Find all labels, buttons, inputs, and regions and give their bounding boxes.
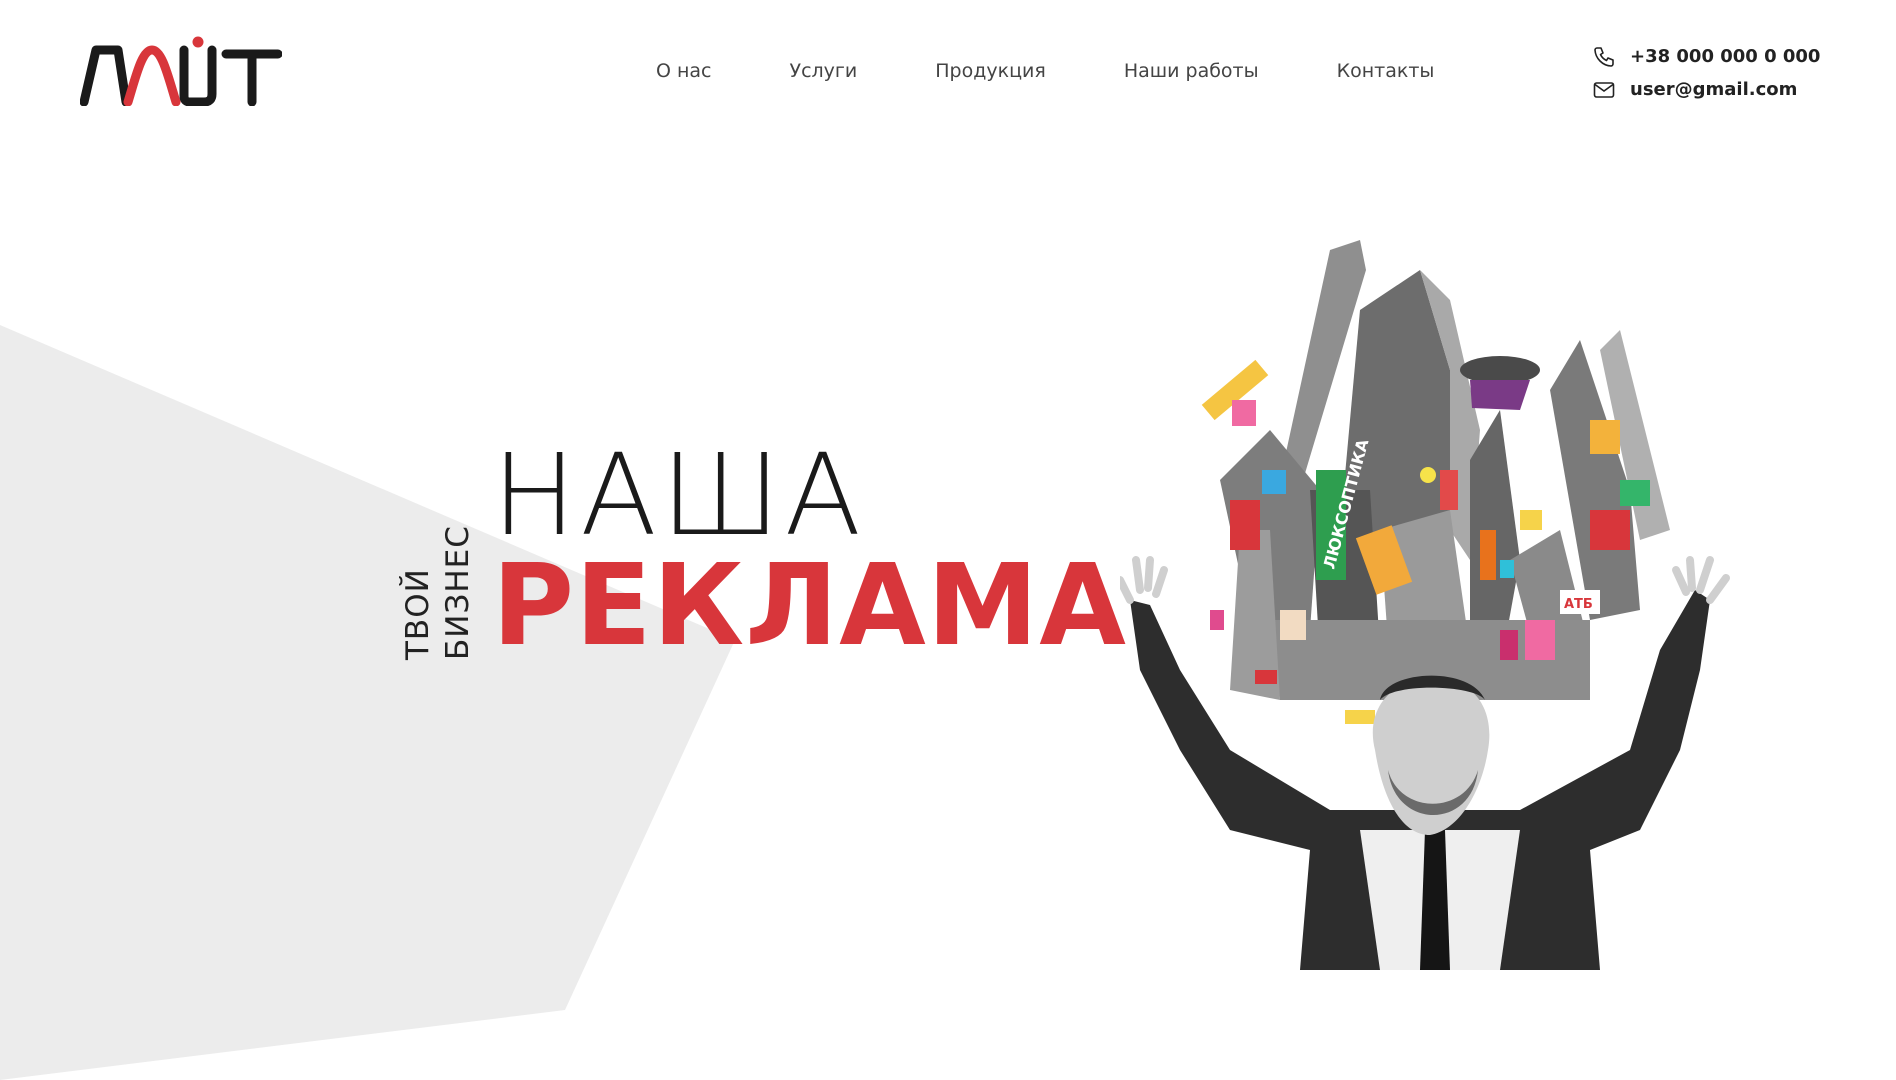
phone-contact[interactable]: +38 000 000 0 000 xyxy=(1592,40,1820,73)
phone-icon xyxy=(1592,45,1616,69)
hero-collage-image: ЛЮКСОПТИКА АТБ xyxy=(1116,219,1760,970)
nav-link-products[interactable]: Продукция xyxy=(935,56,1046,86)
businessman-city-collage-image: ЛЮКСОПТИКА АТБ xyxy=(1116,219,1732,970)
nav-link-portfolio[interactable]: Наши работы xyxy=(1124,56,1259,86)
headline-line-1: НАША xyxy=(492,431,866,561)
headline-line-2: РЕКЛАМА xyxy=(492,541,1127,671)
billboard-text-2: АТБ xyxy=(1564,597,1593,612)
site-header: О нас Услуги Продукция Наши работы Конта… xyxy=(0,0,1896,140)
logo-mark-icon xyxy=(80,36,282,106)
tagline-line-1: ТВОЙ xyxy=(400,568,436,660)
email-contact[interactable]: user@gmail.com xyxy=(1592,73,1820,106)
tagline-line-2: БИЗНЕС xyxy=(440,525,476,660)
header-contacts: +38 000 000 0 000 user@gmail.com xyxy=(1592,40,1820,106)
nav-link-services[interactable]: Услуги xyxy=(790,56,858,86)
logo[interactable] xyxy=(80,36,282,106)
hero-vertical-tagline: ТВОЙ БИЗНЕС xyxy=(400,510,480,660)
nav-link-contacts[interactable]: Контакты xyxy=(1337,56,1435,86)
phone-number[interactable]: +38 000 000 0 000 xyxy=(1630,46,1820,67)
email-address[interactable]: user@gmail.com xyxy=(1630,79,1797,100)
nav-link-about[interactable]: О нас xyxy=(656,56,712,86)
mail-icon xyxy=(1592,78,1616,102)
main-navigation: О нас Услуги Продукция Наши работы Конта… xyxy=(656,56,1434,86)
hero-headline-block: ТВОЙ БИЗНЕС НАША РЕКЛАМА xyxy=(400,431,1126,680)
